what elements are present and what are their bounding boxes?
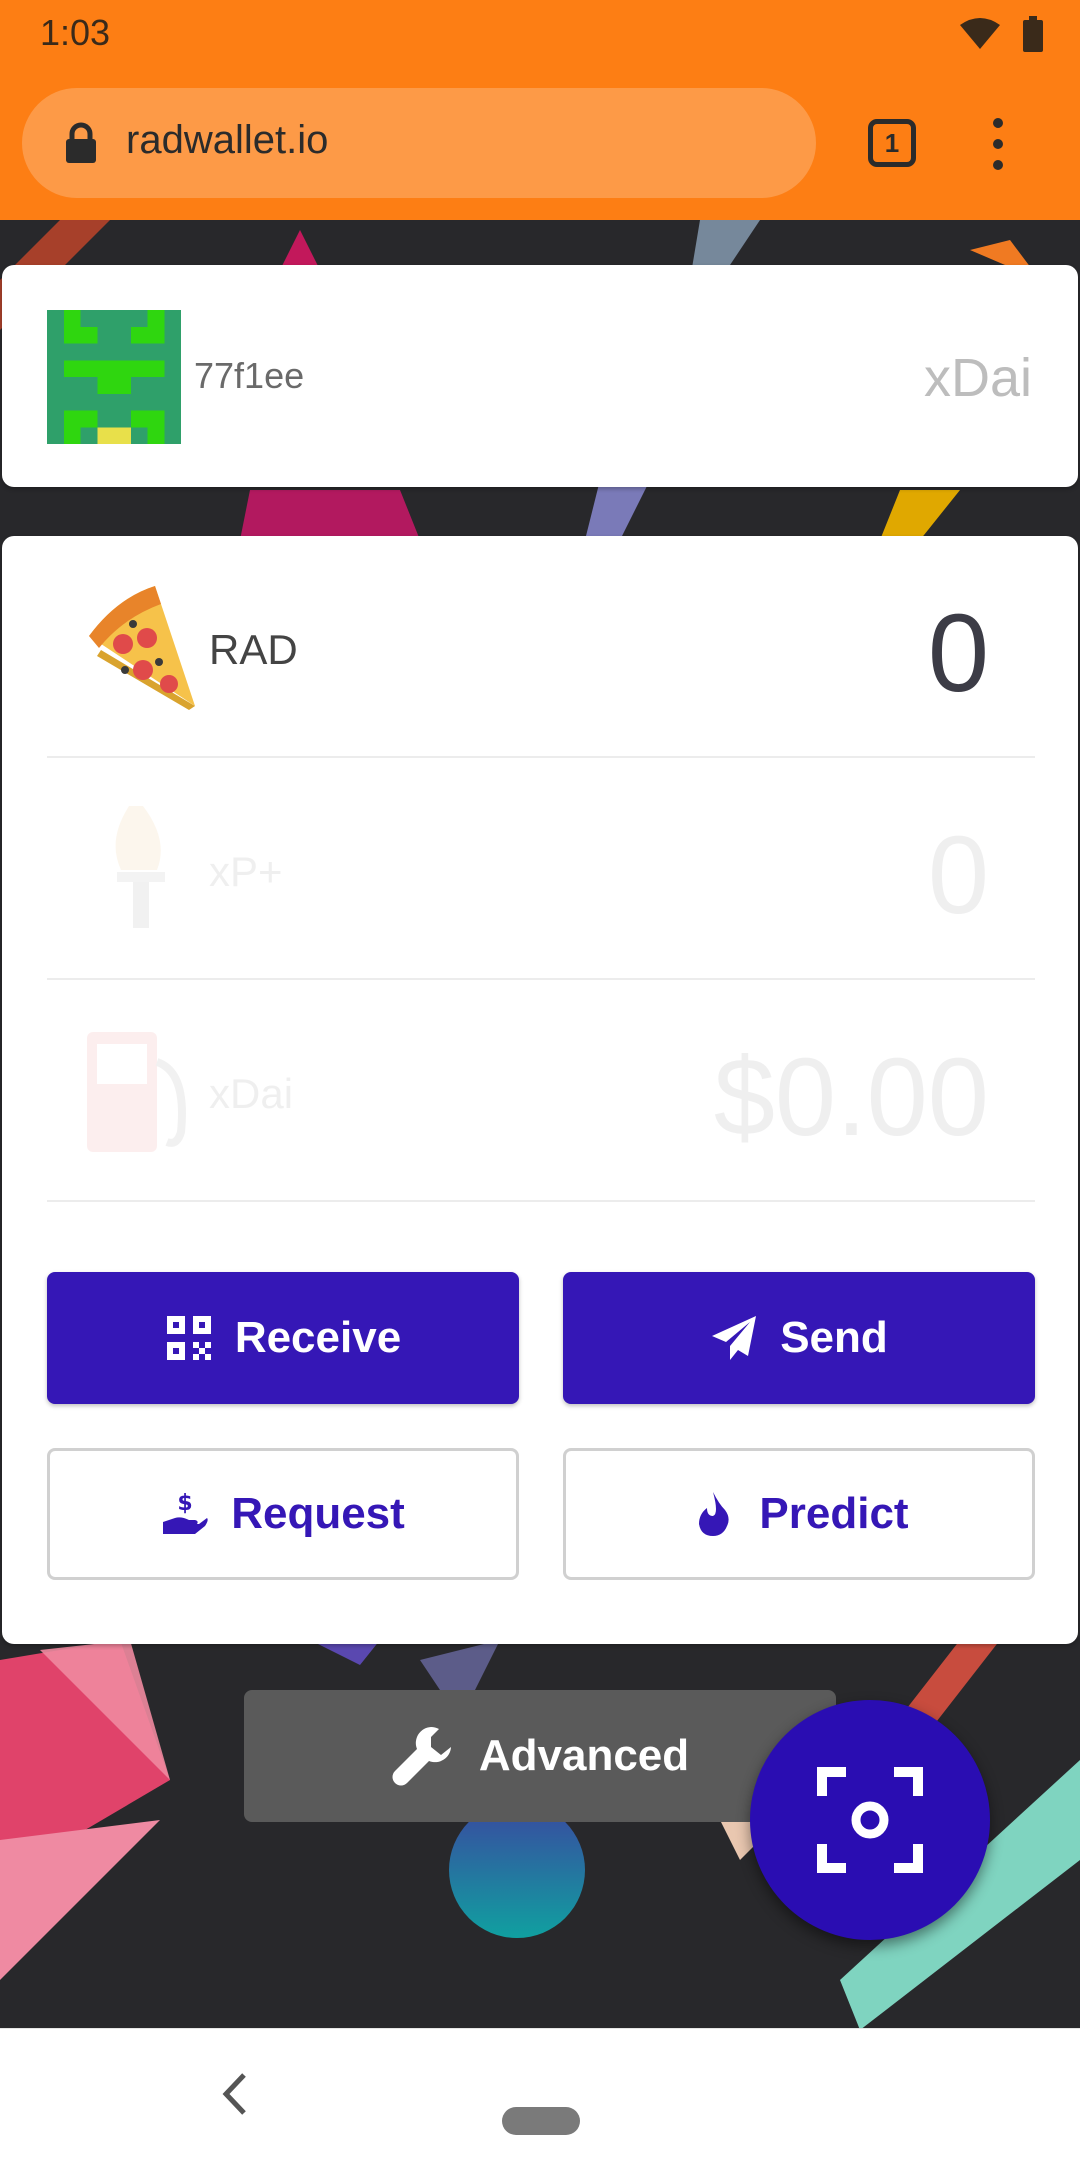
token-label: xP+ <box>209 848 283 895</box>
network-name: xDai <box>923 348 1032 408</box>
scan-icon <box>817 1767 923 1873</box>
qr-code-icon <box>166 1316 211 1360</box>
pizza-icon <box>89 586 195 710</box>
balance-row-xdai[interactable]: xDai $0.00 <box>47 980 1035 1202</box>
back-icon[interactable] <box>220 2069 250 2119</box>
url-text: radwallet.io <box>126 118 329 162</box>
request-button[interactable]: $ Request <box>47 1448 519 1580</box>
balance-card: RAD 0 xP+ 0 xDai $0.00 Receive Send $ Re… <box>2 536 1078 1644</box>
token-balance: $0.00 <box>713 1036 989 1159</box>
status-bar: 1:03 <box>0 0 1080 70</box>
token-balance: 0 <box>927 814 989 937</box>
receive-button[interactable]: Receive <box>47 1272 519 1404</box>
tabs-icon[interactable]: 1 <box>868 119 916 167</box>
token-label: RAD <box>209 626 298 673</box>
account-card[interactable]: 77f1ee xDai <box>2 265 1078 487</box>
receive-label: Receive <box>234 1313 402 1362</box>
gas-pump-icon <box>87 1032 186 1152</box>
paper-plane-icon <box>712 1316 757 1360</box>
scan-qr-button[interactable] <box>750 1700 990 1940</box>
token-label: xDai <box>209 1070 294 1117</box>
battery-icon <box>1023 16 1043 52</box>
send-button[interactable]: Send <box>563 1272 1035 1404</box>
svg-text:$: $ <box>178 1491 193 1516</box>
advanced-label: Advanced <box>478 1731 690 1780</box>
torch-icon <box>115 806 165 928</box>
status-time: 1:03 <box>40 12 111 53</box>
advanced-button[interactable]: Advanced <box>244 1690 836 1822</box>
browser-chrome: 1:03 radwallet.io 1 <box>0 0 1080 220</box>
predict-label: Predict <box>759 1489 909 1538</box>
request-label: Request <box>231 1489 405 1538</box>
home-pill[interactable] <box>502 2107 580 2135</box>
send-label: Send <box>780 1313 888 1362</box>
predict-button[interactable]: Predict <box>563 1448 1035 1580</box>
identicon-avatar <box>47 310 181 444</box>
more-menu-icon[interactable] <box>990 118 1006 170</box>
balance-row-rad[interactable]: RAD 0 <box>47 536 1035 758</box>
wrench-icon <box>392 1727 451 1786</box>
status-icons <box>958 16 1044 52</box>
flame-icon <box>699 1492 730 1536</box>
hand-holding-dollar-icon: $ <box>163 1491 208 1534</box>
system-nav-bar <box>0 2028 1080 2160</box>
balance-row-xp[interactable]: xP+ 0 <box>47 758 1035 980</box>
faded-content: xDai $0.00 <box>47 980 1035 1202</box>
account-id: 77f1ee <box>194 355 305 396</box>
lock-icon <box>66 122 96 163</box>
token-balance: 0 <box>927 592 989 715</box>
wifi-icon <box>960 18 1000 49</box>
faded-content: xP+ 0 <box>47 758 1035 980</box>
url-bar[interactable]: radwallet.io <box>22 88 816 198</box>
